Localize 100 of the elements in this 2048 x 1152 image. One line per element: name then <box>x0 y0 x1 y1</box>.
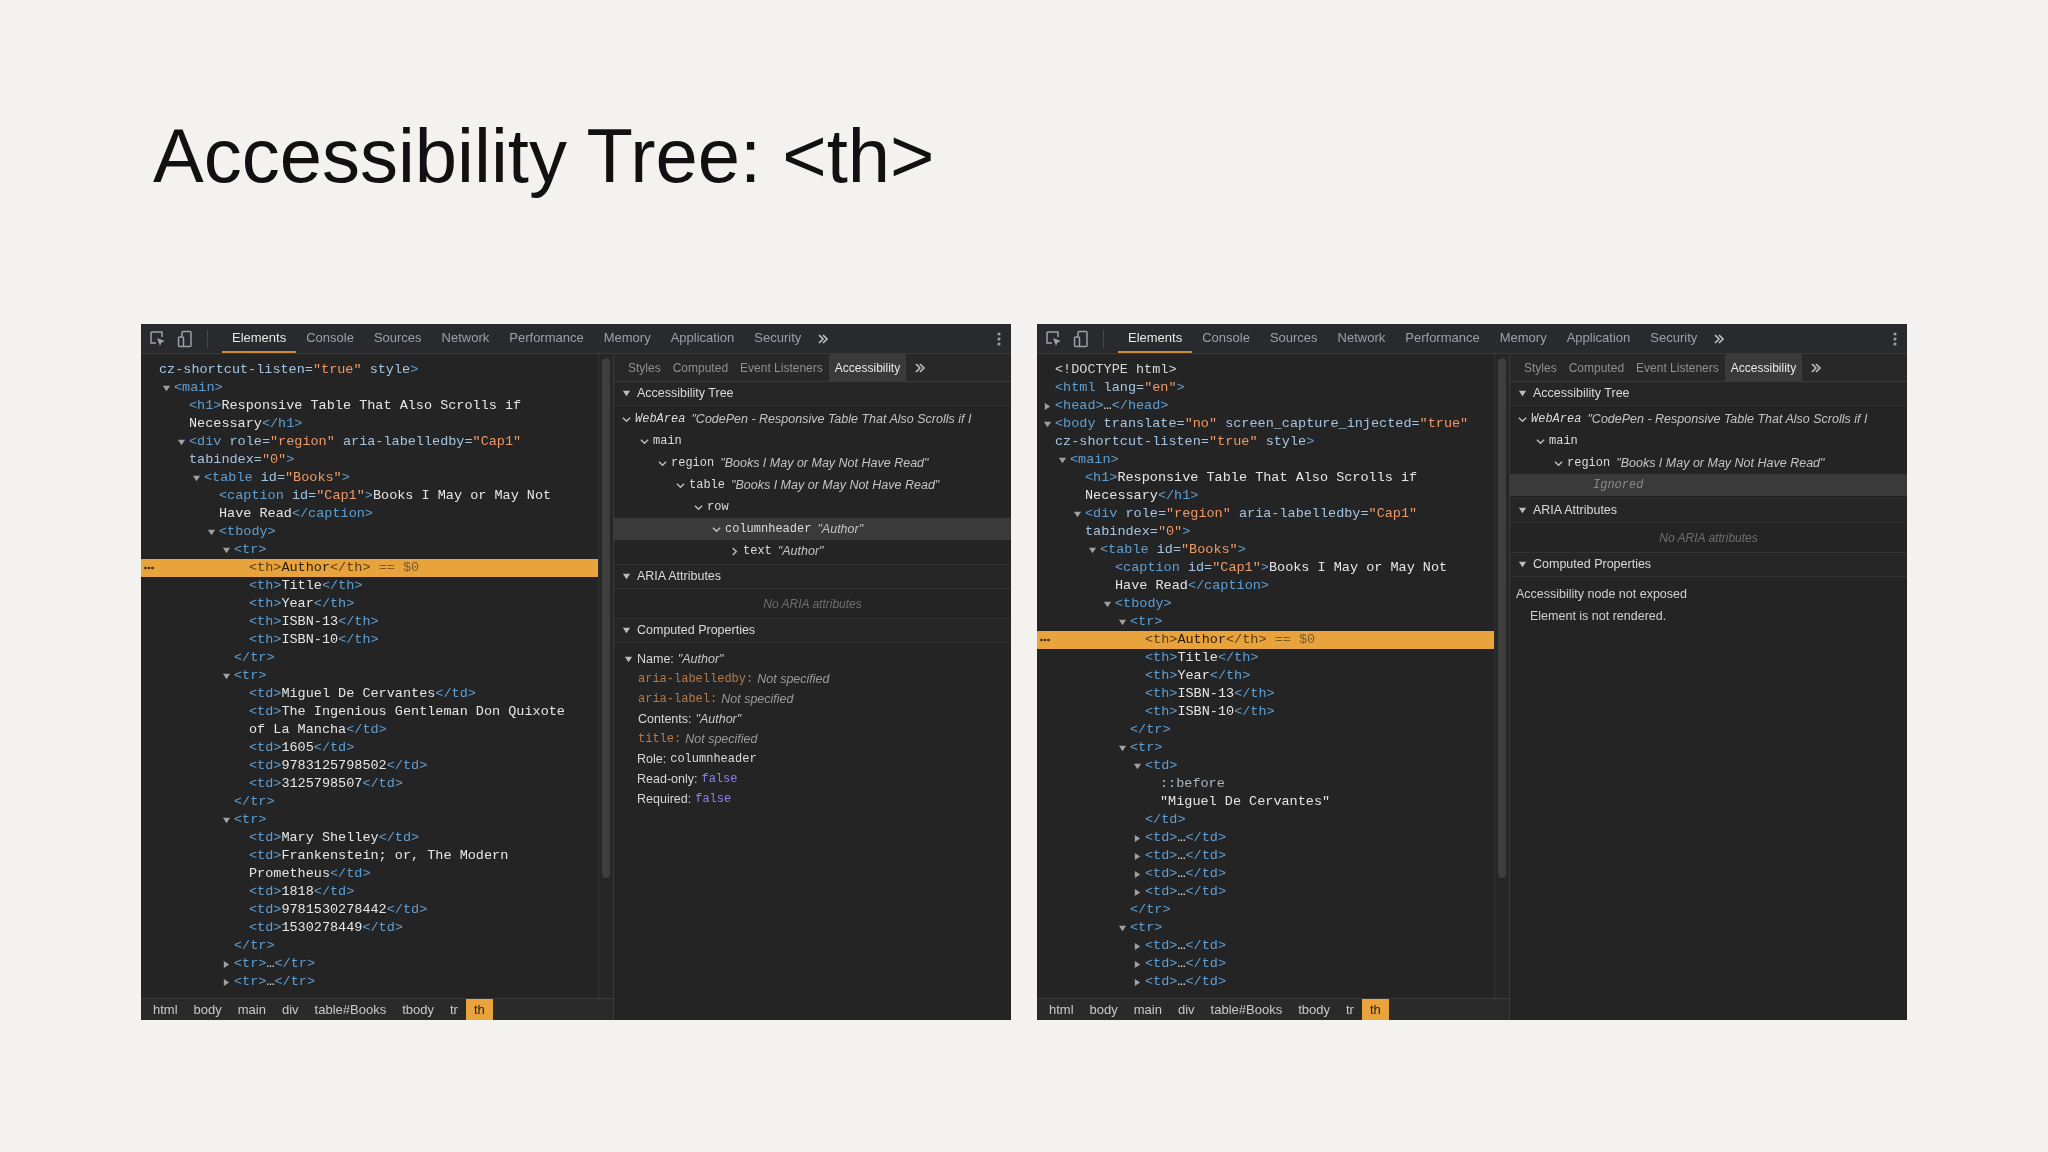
dom-node[interactable]: <div role="region" aria-labelledby="Cap1" tabindex="0"> <box>1037 505 1494 541</box>
dom-node[interactable]: <tr>…</tr> <box>141 973 598 991</box>
panel-tab[interactable]: Console <box>296 324 364 353</box>
breadcrumb-item[interactable]: tr <box>441 999 466 1020</box>
dom-node[interactable]: <td>Frankenstein; or, The Modern Prometheus</td> <box>141 847 598 883</box>
dom-node[interactable]: <td>1530278449</td> <box>141 919 598 937</box>
dom-node[interactable]: <td>…</td> <box>1037 883 1494 901</box>
dom-node[interactable]: </tr> <box>141 793 598 811</box>
breadcrumb-item[interactable]: table#Books <box>1202 999 1291 1020</box>
tree-node[interactable]: region "Books I May or May Not Have Read" <box>614 452 1011 474</box>
tree-node[interactable]: table "Books I May or May Not Have Read" <box>614 474 1011 496</box>
breadcrumb-item[interactable]: tr <box>1337 999 1362 1020</box>
dom-node[interactable]: <tr> <box>141 667 598 685</box>
breadcrumb-item[interactable]: body <box>1081 999 1126 1020</box>
dom-node[interactable]: <h1>Responsive Table That Also Scrolls if Necessary</h1> <box>1037 469 1494 505</box>
panel-tab[interactable]: Performance <box>1395 324 1490 353</box>
dom-node[interactable]: <head>…</head> <box>1037 397 1494 415</box>
dom-node[interactable]: <td>9783125798502</td> <box>141 757 598 775</box>
tree-node[interactable]: region "Books I May or May Not Have Read" <box>1510 452 1907 474</box>
dom-node[interactable]: <main> <box>1037 451 1494 469</box>
dom-node[interactable]: <td>1818</td> <box>141 883 598 901</box>
pane-tab[interactable]: Event Listeners <box>1630 354 1725 381</box>
dom-node[interactable]: <td>…</td> <box>1037 829 1494 847</box>
dom-node[interactable]: <th>Year</th> <box>141 595 598 613</box>
pane-tab[interactable]: Computed <box>1562 354 1631 381</box>
panel-tab[interactable]: Sources <box>1259 324 1328 353</box>
dom-node[interactable]: </tr> <box>1037 901 1494 919</box>
tree-node[interactable]: text "Author" <box>614 540 1011 562</box>
dom-node[interactable]: ::before <box>1037 775 1494 793</box>
dom-node[interactable]: <th>ISBN-13</th> <box>1037 685 1494 703</box>
dom-node[interactable]: <td>3125798507</td> <box>141 775 598 793</box>
pane-tab[interactable]: Styles <box>622 354 667 381</box>
panel-tab[interactable]: Security <box>1640 324 1708 353</box>
panel-tab[interactable]: Performance <box>499 324 594 353</box>
dom-node[interactable]: <caption id="Cap1">Books I May or May Not Have Read</caption> <box>141 487 598 523</box>
dom-node[interactable]: <tbody> <box>141 523 598 541</box>
dom-node[interactable]: <!DOCTYPE html> <box>1037 361 1494 379</box>
dom-node[interactable]: <main> <box>141 379 598 397</box>
breadcrumb-item[interactable]: body <box>185 999 230 1020</box>
dom-node[interactable]: <body translate="no" screen_capture_injected="true" cz-shortcut-listen="true" style> <box>1037 415 1494 451</box>
tree-node[interactable]: main <box>614 430 1011 452</box>
dom-node[interactable]: <td>…</td> <box>1037 937 1494 955</box>
pane-tab[interactable]: Accessibility <box>1724 354 1803 381</box>
dom-node[interactable]: </tr> <box>1037 721 1494 739</box>
panel-tab[interactable]: Network <box>431 324 500 353</box>
breadcrumb-item[interactable]: html <box>145 999 186 1020</box>
pane-tab[interactable]: Accessibility <box>828 354 907 381</box>
dom-node[interactable]: <th>Author</th> == $0 <box>1037 631 1494 649</box>
dom-node[interactable]: </tr> <box>141 937 598 955</box>
tree-node[interactable]: row <box>614 496 1011 518</box>
breadcrumb-item[interactable]: main <box>1125 999 1170 1020</box>
dom-node[interactable]: cz-shortcut-listen="true" style> <box>141 361 598 379</box>
dom-node[interactable]: <td>…</td> <box>1037 847 1494 865</box>
tree-node[interactable]: WebArea "CodePen - Responsive Table That Also Scrolls if I <box>1510 408 1907 430</box>
dom-node[interactable]: <td>The Ingenious Gentleman Don Quixote of La Mancha</td> <box>141 703 598 739</box>
dom-node[interactable]: <html lang="en"> <box>1037 379 1494 397</box>
dom-node[interactable]: <tr> <box>1037 613 1494 631</box>
dom-node[interactable]: <caption id="Cap1">Books I May or May Not Have Read</caption> <box>1037 559 1494 595</box>
dom-node[interactable]: <th>Title</th> <box>1037 649 1494 667</box>
dom-node[interactable]: <td>Mary Shelley</td> <box>141 829 598 847</box>
dom-node[interactable]: <table id="Books"> <box>141 469 598 487</box>
scrollbar-thumb[interactable] <box>1498 358 1506 878</box>
panel-tab[interactable]: Application <box>660 324 745 353</box>
panel-tab[interactable]: Sources <box>363 324 432 353</box>
tree-node[interactable]: WebArea "CodePen - Responsive Table That Also Scrolls if I <box>614 408 1011 430</box>
tree-node[interactable]: columnheader "Author" <box>614 518 1011 540</box>
pane-tab[interactable]: Event Listeners <box>734 354 829 381</box>
dom-node[interactable]: <td>…</td> <box>1037 865 1494 883</box>
dom-node[interactable]: <tr> <box>141 811 598 829</box>
pane-tab[interactable]: Computed <box>666 354 735 381</box>
panel-tab[interactable]: Elements <box>1118 324 1193 353</box>
breadcrumb-item[interactable]: div <box>1169 999 1203 1020</box>
dom-node[interactable]: "Miguel De Cervantes" <box>1037 793 1494 811</box>
dom-node[interactable]: <tbody> <box>1037 595 1494 613</box>
dom-node[interactable]: <td>…</td> <box>1037 955 1494 973</box>
dom-node[interactable]: <th>Year</th> <box>1037 667 1494 685</box>
dom-node[interactable]: <td>…</td> <box>1037 973 1494 991</box>
breadcrumb-item[interactable]: tbody <box>1290 999 1338 1020</box>
scrollbar-thumb[interactable] <box>602 358 610 878</box>
dom-node[interactable]: <tr> <box>141 541 598 559</box>
breadcrumb-item[interactable]: div <box>273 999 307 1020</box>
breadcrumb-item[interactable]: th <box>465 999 493 1020</box>
dom-node[interactable]: </td> <box>1037 811 1494 829</box>
dom-node[interactable]: </tr> <box>141 649 598 667</box>
breadcrumb-item[interactable]: table#Books <box>306 999 395 1020</box>
dom-node[interactable]: <td> <box>1037 757 1494 775</box>
panel-tab[interactable]: Security <box>744 324 812 353</box>
dom-node[interactable]: <td>Miguel De Cervantes</td> <box>141 685 598 703</box>
breadcrumb-item[interactable]: tbody <box>394 999 442 1020</box>
dom-node[interactable]: <th>ISBN-10</th> <box>141 631 598 649</box>
panel-tab[interactable]: Network <box>1327 324 1396 353</box>
panel-tab[interactable]: Application <box>1556 324 1641 353</box>
pane-tab[interactable]: Styles <box>1518 354 1563 381</box>
panel-tab[interactable]: Memory <box>593 324 661 353</box>
panel-tab[interactable]: Memory <box>1489 324 1557 353</box>
dom-node[interactable]: <table id="Books"> <box>1037 541 1494 559</box>
dom-node[interactable]: <tr> <box>1037 919 1494 937</box>
dom-node[interactable]: <th>Author</th> == $0 <box>141 559 598 577</box>
dom-node[interactable]: <h1>Responsive Table That Also Scrolls if Necessary</h1> <box>141 397 598 433</box>
panel-tab[interactable]: Console <box>1192 324 1260 353</box>
